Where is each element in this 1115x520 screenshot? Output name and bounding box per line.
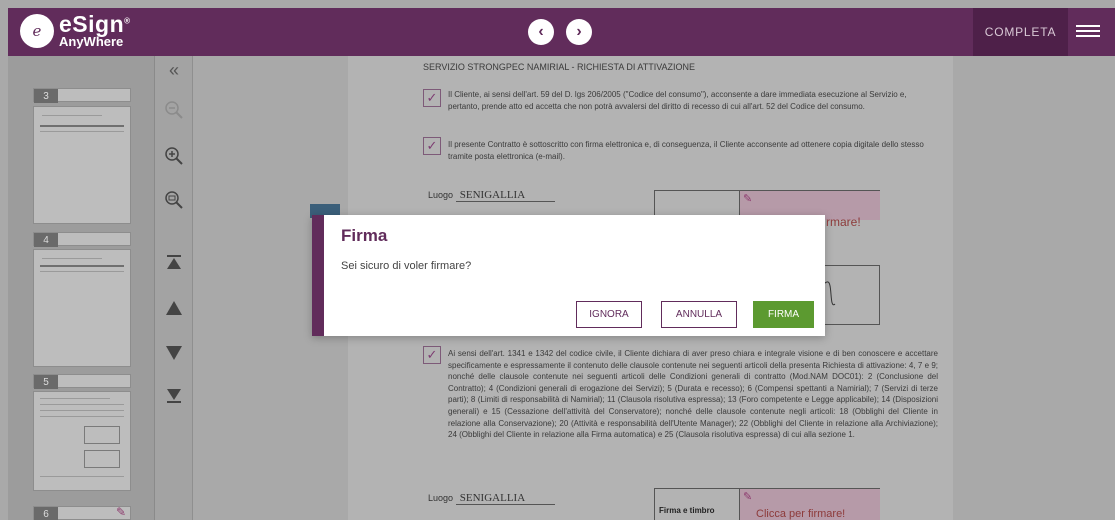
page-thumbnail-content[interactable]: [33, 249, 131, 367]
signature-prompt: Clicca per firmare!: [756, 508, 846, 520]
place-field: Luogo SENIGALLIA: [428, 492, 556, 505]
logo: e eSign® AnyWhere: [20, 13, 131, 48]
previous-page-icon[interactable]: [155, 301, 193, 320]
page-thumbnail-content[interactable]: [33, 391, 131, 491]
hamburger-menu-icon[interactable]: [1076, 22, 1100, 42]
chevron-right-icon: ›: [576, 23, 582, 40]
page-thumbnail-content[interactable]: [33, 106, 131, 224]
chevron-left-icon: ‹: [538, 23, 544, 40]
dialog-title: Firma: [341, 226, 388, 245]
tool-strip: «: [155, 56, 193, 520]
page-thumbnail[interactable]: 5: [33, 374, 131, 389]
cancel-button[interactable]: ANNULLA: [661, 301, 737, 328]
clause-text: Ai sensi dell'art. 1341 e 1342 del codic…: [448, 349, 938, 440]
logo-subtitle: AnyWhere: [59, 34, 124, 49]
first-page-icon[interactable]: [155, 254, 193, 275]
edit-signature-icon: ✎: [115, 505, 126, 519]
complete-button[interactable]: COMPLETA: [973, 8, 1068, 56]
zoom-out-icon: [155, 100, 193, 125]
top-bar: e eSign® AnyWhere ‹ › COMPLETA: [8, 8, 1115, 56]
page-thumbnails-panel: 3 4 5 6 ✎: [8, 56, 155, 520]
place-field: Luogo SENIGALLIA: [428, 189, 556, 202]
zoom-fit-icon[interactable]: [155, 190, 193, 215]
collapse-sidebar-icon[interactable]: «: [155, 60, 193, 81]
logo-mark-icon: e: [20, 13, 54, 48]
dialog-message: Sei sicuro di voler firmare?: [341, 260, 472, 272]
edit-signature-icon: ✎: [743, 193, 753, 205]
signature-box: Firma e timbro ✎ Clicca per firmare!: [654, 488, 880, 520]
confirm-sign-dialog: Firma Sei sicuro di voler firmare? IGNOR…: [312, 215, 825, 336]
last-page-icon[interactable]: [155, 388, 193, 409]
clause-text: Il Cliente, ai sensi dell'art. 59 del D.…: [448, 90, 907, 111]
logo-brand: eSign®: [59, 11, 131, 37]
clause-text: Il presente Contratto è sottoscritto con…: [448, 140, 924, 161]
clause-checkbox[interactable]: ✓: [423, 89, 441, 107]
signature-prompt-partial: rmare!: [826, 215, 861, 229]
next-page-icon[interactable]: [155, 346, 193, 365]
previous-field-button[interactable]: ‹: [528, 19, 554, 45]
page-thumbnail[interactable]: 3: [33, 88, 131, 103]
page-thumbnail[interactable]: 6 ✎: [33, 505, 131, 520]
edit-signature-icon: ✎: [743, 491, 753, 503]
zoom-in-icon[interactable]: [155, 146, 193, 171]
clause-checkbox[interactable]: ✓: [423, 346, 441, 364]
document-heading: SERVIZIO STRONGPEC NAMIRIAL - RICHIESTA …: [423, 62, 696, 72]
ignore-button[interactable]: IGNORA: [576, 301, 642, 328]
next-field-button[interactable]: ›: [566, 19, 592, 45]
signature-field[interactable]: ✎ Clicca per firmare!: [739, 489, 880, 520]
page-thumbnail[interactable]: 4: [33, 232, 131, 247]
clause-checkbox[interactable]: ✓: [423, 137, 441, 155]
sign-button[interactable]: FIRMA: [753, 301, 814, 328]
